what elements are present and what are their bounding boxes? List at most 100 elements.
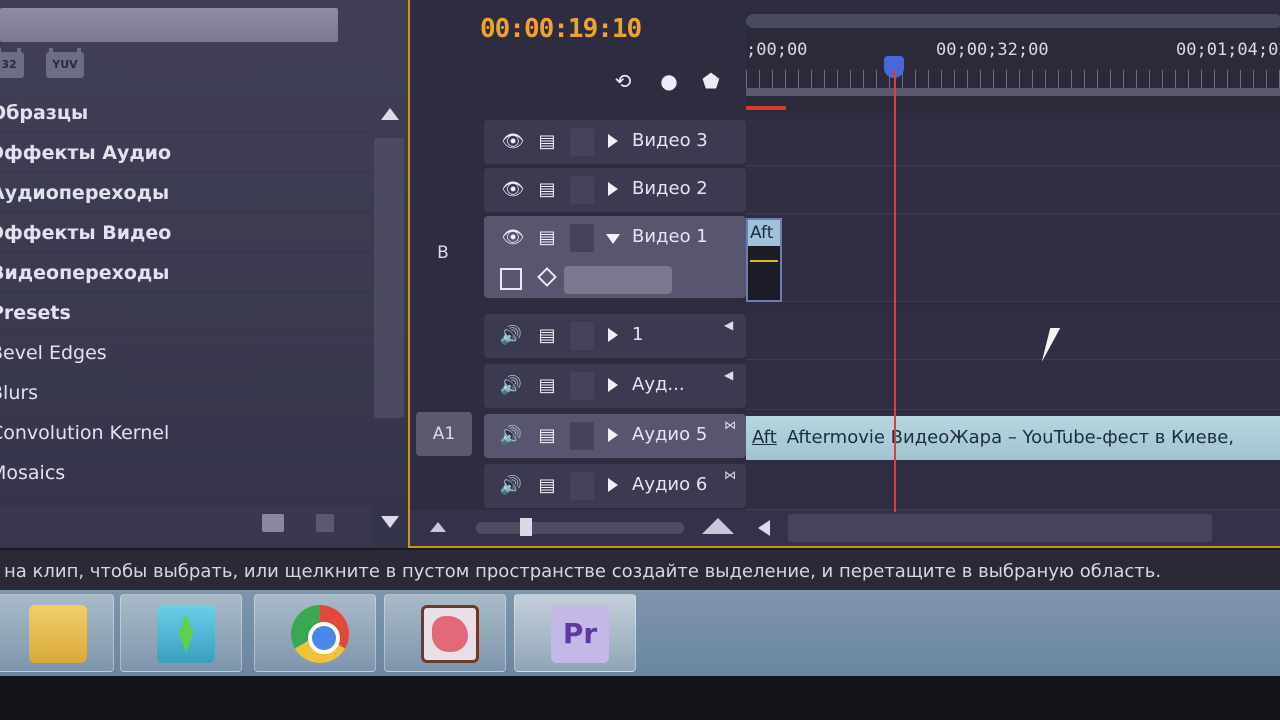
- effects-item-video-transitions[interactable]: Видеопереходы: [0, 253, 372, 293]
- eye-icon[interactable]: 👁: [500, 130, 526, 154]
- track-lane[interactable]: Aft Aftermovie ВидеоЖара – YouTube-фест в…: [746, 412, 1280, 460]
- effects-item-presets-samples[interactable]: Образцы: [0, 93, 372, 133]
- video-clip[interactable]: Aft: [746, 218, 782, 302]
- taskbar-premiere-button[interactable]: Pr: [514, 594, 636, 672]
- effects-item-video-effects[interactable]: Эффекты Видео: [0, 213, 372, 253]
- speaker-icon[interactable]: 🔊: [498, 474, 524, 498]
- zoom-in-icon[interactable]: [702, 518, 734, 534]
- 32bit-filter-icon[interactable]: 32: [0, 48, 24, 78]
- taskbar-explorer-button[interactable]: [0, 594, 114, 672]
- track-audio-6: 🔊 ▤ Аудио 6 ⋈: [410, 462, 1280, 510]
- audio-clip[interactable]: Aft Aftermovie ВидеоЖара – YouTube-фест в…: [746, 416, 1280, 460]
- display-style-icon[interactable]: [500, 268, 522, 290]
- effects-scrollbar[interactable]: [372, 100, 410, 540]
- effects-item-blurs[interactable]: Blurs: [0, 373, 372, 413]
- track-target[interactable]: [410, 462, 476, 506]
- lock-icon[interactable]: ▤: [534, 130, 560, 154]
- zoom-slider-thumb[interactable]: [520, 518, 532, 536]
- effects-item-mosaics[interactable]: Mosaics: [0, 453, 372, 493]
- viewing-area-bar[interactable]: [746, 14, 1280, 28]
- new-bin-icon[interactable]: [262, 514, 284, 532]
- lock-icon[interactable]: ▤: [534, 474, 560, 498]
- track-lane[interactable]: [746, 166, 1280, 214]
- taskbar-chrome-button[interactable]: [254, 594, 376, 672]
- sync-lock-box[interactable]: [570, 176, 594, 204]
- effects-item-convolution-kernel[interactable]: Convolution Kernel: [0, 413, 372, 453]
- speaker-icon[interactable]: 🔊: [498, 374, 524, 398]
- track-name: Аудио 5: [632, 424, 708, 445]
- track-header[interactable]: 👁 ▤ Видео 1: [484, 216, 746, 298]
- expand-arrow-icon[interactable]: [608, 328, 618, 342]
- zoom-slider[interactable]: [476, 518, 684, 536]
- expand-arrow-icon[interactable]: [608, 182, 618, 196]
- taskbar-sims-button[interactable]: [120, 594, 242, 672]
- track-lane[interactable]: [746, 362, 1280, 410]
- effects-search-input[interactable]: [0, 8, 338, 42]
- track-header[interactable]: 🔊 ▤ Аудио 5 ⋈: [484, 414, 746, 458]
- screen-bezel: [0, 676, 1280, 720]
- track-lane[interactable]: [746, 312, 1280, 360]
- lock-icon[interactable]: ▤: [534, 178, 560, 202]
- track-lane[interactable]: Aft: [746, 214, 1280, 302]
- collapse-arrow-icon[interactable]: [606, 234, 620, 244]
- keyframe-nav-control[interactable]: [564, 266, 672, 294]
- track-name: 1: [632, 324, 644, 345]
- timecode-display[interactable]: 00:00:19:10: [480, 14, 642, 44]
- lock-icon[interactable]: ▤: [534, 424, 560, 448]
- effects-item-audio-effects[interactable]: Эффекты Аудио: [0, 133, 372, 173]
- taskbar-picture-button[interactable]: [384, 594, 506, 672]
- speaker-icon[interactable]: 🔊: [498, 324, 524, 348]
- speaker-icon[interactable]: 🔊: [498, 424, 524, 448]
- eye-icon[interactable]: 👁: [500, 178, 526, 202]
- playhead-line[interactable]: [894, 70, 896, 512]
- track-target[interactable]: [410, 312, 476, 356]
- track-target[interactable]: [410, 118, 476, 162]
- eye-icon[interactable]: 👁: [500, 226, 526, 250]
- opacity-line[interactable]: [750, 260, 778, 262]
- effects-item-presets[interactable]: Presets: [0, 293, 372, 333]
- scroll-thumb[interactable]: [374, 138, 404, 418]
- scroll-up-icon[interactable]: [381, 108, 399, 120]
- keyframe-diamond-icon[interactable]: [537, 267, 557, 287]
- premiere-icon: Pr: [551, 605, 609, 663]
- track-target[interactable]: [410, 362, 476, 406]
- sync-lock-box[interactable]: [570, 472, 594, 500]
- expand-arrow-icon[interactable]: [608, 478, 618, 492]
- expand-arrow-icon[interactable]: [608, 378, 618, 392]
- track-lane[interactable]: [746, 118, 1280, 166]
- track-display-options: [500, 266, 672, 296]
- track-target[interactable]: A1: [416, 412, 472, 456]
- expand-arrow-icon[interactable]: [608, 428, 618, 442]
- sync-lock-box[interactable]: [570, 372, 594, 400]
- horizontal-scrollbar[interactable]: [788, 514, 1212, 542]
- work-area-bar[interactable]: [746, 88, 1280, 96]
- scroll-left-icon[interactable]: [758, 520, 770, 536]
- lock-icon[interactable]: ▤: [534, 226, 560, 250]
- delete-icon[interactable]: [316, 514, 334, 532]
- track-target[interactable]: B: [410, 214, 476, 292]
- track-header[interactable]: 👁 ▤ Видео 2: [484, 168, 746, 212]
- expand-arrow-icon[interactable]: [608, 134, 618, 148]
- time-ruler[interactable]: ;00;00 00;00;32;00 00;01;04;02: [746, 12, 1280, 112]
- track-header[interactable]: 🔊 ▤ Аудио 6 ⋈: [484, 464, 746, 508]
- lock-icon[interactable]: ▤: [534, 324, 560, 348]
- marker-icon[interactable]: ⬟: [698, 68, 724, 94]
- keyframe-icon[interactable]: ●: [656, 68, 682, 94]
- effects-item-audio-transitions[interactable]: Аудиопереходы: [0, 173, 372, 213]
- zoom-out-icon[interactable]: [430, 522, 446, 532]
- lock-icon[interactable]: ▤: [534, 374, 560, 398]
- track-target[interactable]: [410, 166, 476, 210]
- sync-lock-box[interactable]: [570, 128, 594, 156]
- track-header[interactable]: 🔊 ▤ Ауд... ◀: [484, 364, 746, 408]
- sync-lock-box[interactable]: [570, 422, 594, 450]
- sync-lock-box[interactable]: [570, 224, 594, 252]
- scroll-down-icon[interactable]: [381, 516, 399, 528]
- track-lane[interactable]: [746, 462, 1280, 510]
- track-audio-5: A1 🔊 ▤ Аудио 5 ⋈ Aft Aftermovie ВидеоЖара…: [410, 412, 1280, 460]
- track-header[interactable]: 👁 ▤ Видео 3: [484, 120, 746, 164]
- sync-lock-box[interactable]: [570, 322, 594, 350]
- yuv-filter-icon[interactable]: YUV: [46, 48, 84, 78]
- snap-icon[interactable]: ⟲: [610, 68, 636, 94]
- effects-item-bevel-edges[interactable]: Bevel Edges: [0, 333, 372, 373]
- track-header[interactable]: 🔊 ▤ 1 ◀: [484, 314, 746, 358]
